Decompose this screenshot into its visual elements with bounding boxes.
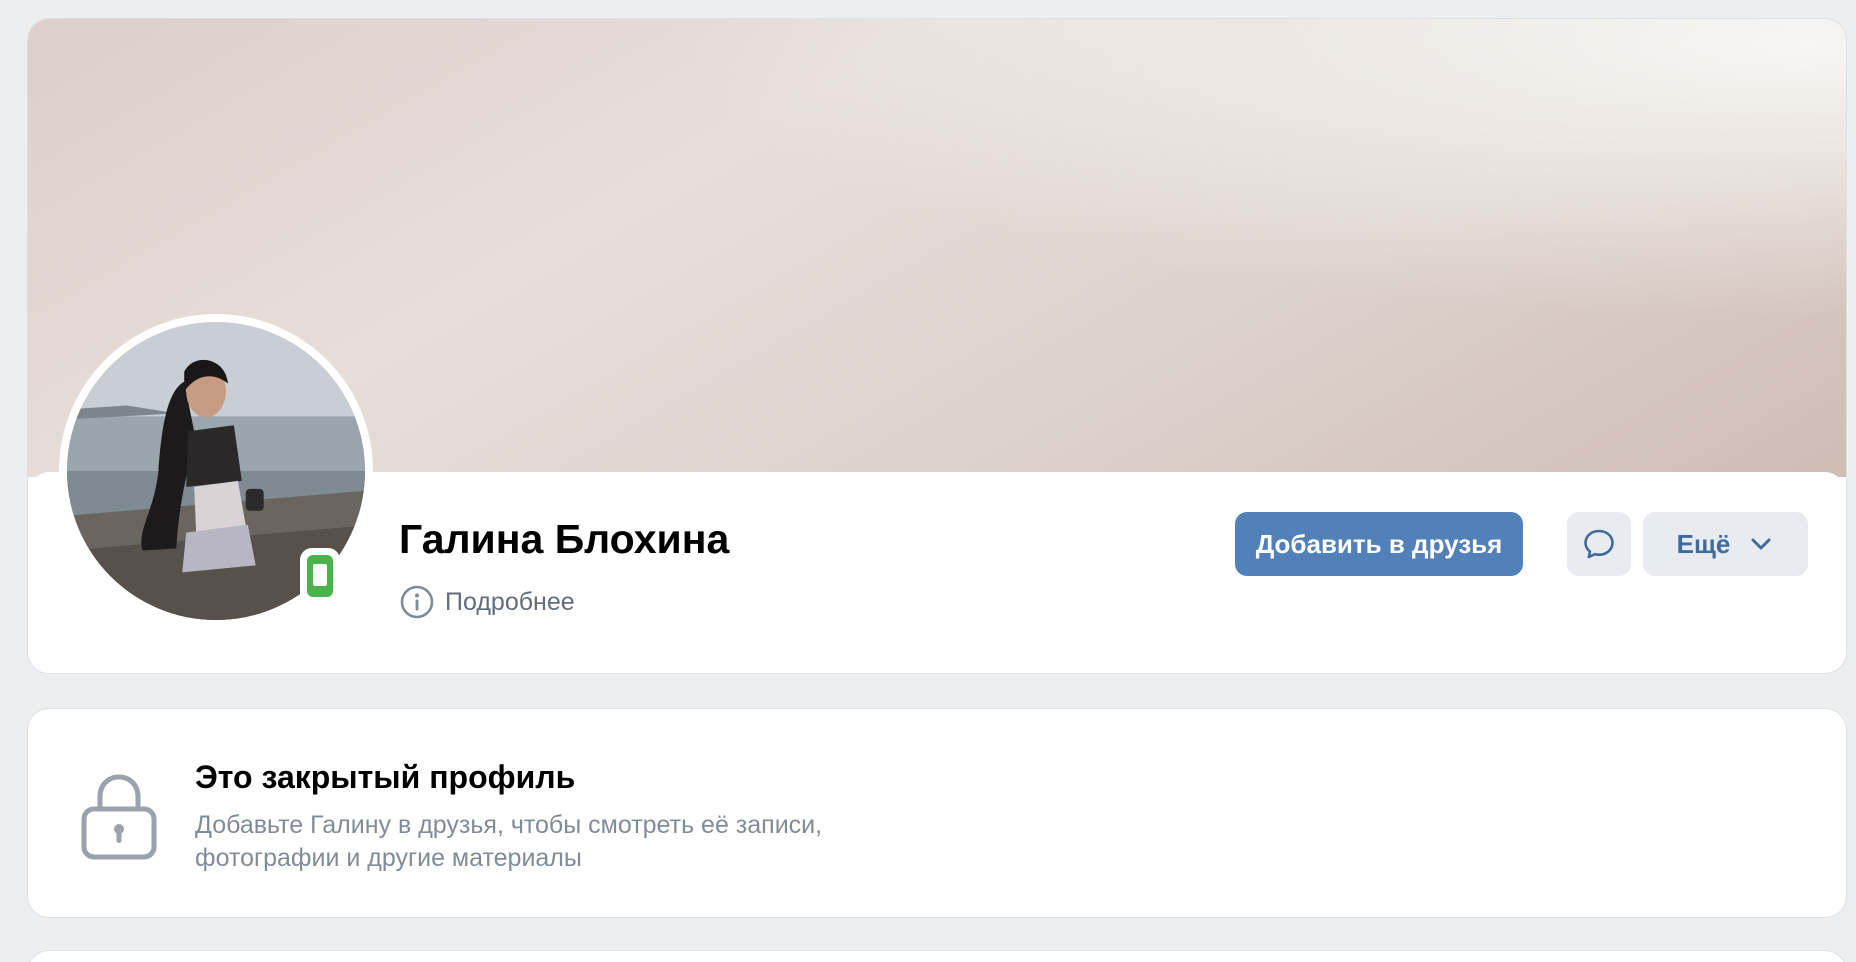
lock-icon [81, 774, 157, 860]
message-button[interactable] [1567, 512, 1631, 576]
more-button-label: Ещё [1676, 528, 1731, 559]
profile-page: Галина Блохина Подробнее Добавить в друз… [0, 0, 1856, 962]
next-section-card [27, 950, 1847, 962]
mobile-online-icon [300, 548, 340, 604]
private-profile-title: Это закрытый профиль [195, 759, 576, 795]
info-icon [400, 585, 434, 619]
message-bubble-icon [1584, 529, 1614, 559]
more-button[interactable]: Ещё [1643, 512, 1808, 576]
private-profile-card: Это закрытый профиль Добавьте Галину в д… [27, 708, 1847, 918]
add-friend-button[interactable]: Добавить в друзья [1235, 512, 1523, 576]
profile-details-link[interactable]: Подробнее [399, 584, 575, 620]
chevron-down-icon [1751, 538, 1771, 550]
private-profile-text: Добавьте Галину в друзья, чтобы смотреть… [195, 811, 823, 872]
profile-details-label: Подробнее [445, 587, 575, 616]
profile-name: Галина Блохина [399, 516, 730, 562]
